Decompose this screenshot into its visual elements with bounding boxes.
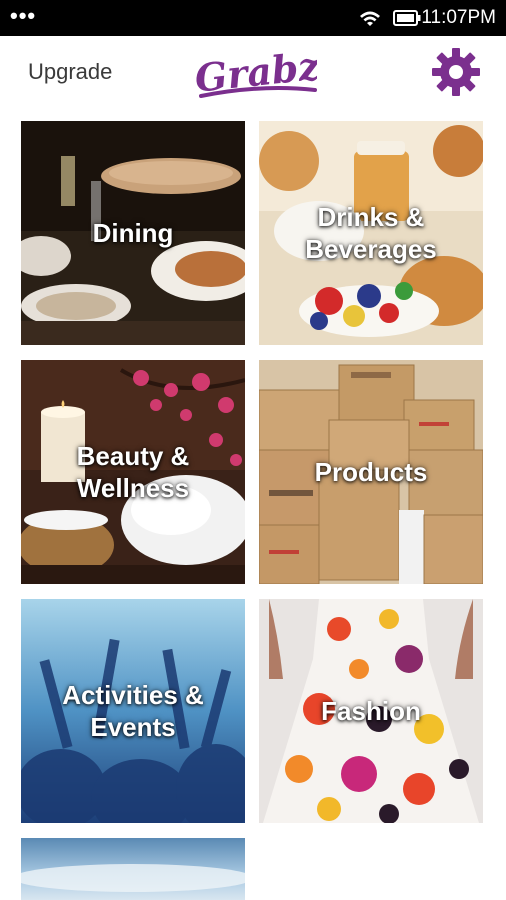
grabz-logo: Grabz <box>193 46 317 101</box>
menu-dots-icon: ••• <box>10 3 37 28</box>
category-tile-fashion[interactable]: Fashion <box>259 599 483 823</box>
wifi-icon <box>360 11 380 26</box>
category-label: Fashion <box>321 696 421 726</box>
gear-icon[interactable] <box>430 46 482 98</box>
category-label: Products <box>314 457 428 487</box>
category-label: Drinks & Beverages <box>305 202 437 264</box>
upgrade-button[interactable]: Upgrade <box>28 58 112 86</box>
battery-icon <box>393 10 421 26</box>
category-label: Activities & Events <box>62 680 204 742</box>
category-tile-drinks-beverages[interactable]: Drinks & Beverages <box>259 121 483 345</box>
category-tile-partial[interactable] <box>21 838 245 900</box>
category-tile-dining[interactable]: Dining <box>21 121 245 345</box>
clock: 11:07PM <box>421 7 496 28</box>
category-label: Dining <box>92 218 174 248</box>
category-tile-products[interactable]: Products <box>259 360 483 584</box>
category-tile-activities-events[interactable]: Activities & Events <box>21 599 245 823</box>
app-bar: Upgrade Grabz <box>0 36 506 114</box>
category-label <box>21 838 245 900</box>
category-tile-beauty-wellness[interactable]: Beauty & Wellness <box>21 360 245 584</box>
category-label: Beauty & Wellness <box>76 441 190 503</box>
status-bar: ••• 11:07PM <box>0 0 506 36</box>
